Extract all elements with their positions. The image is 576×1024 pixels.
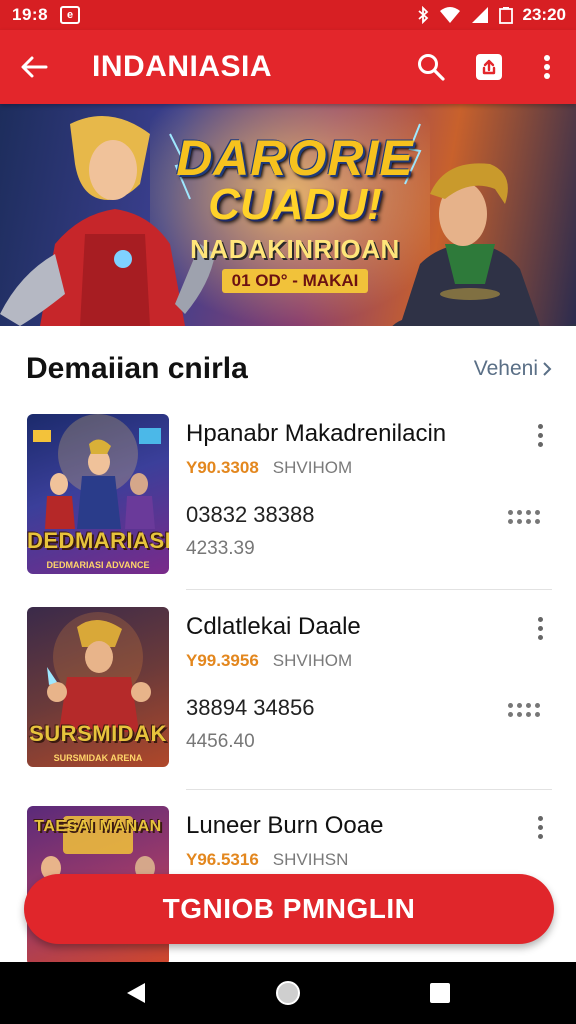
section-title: Demaiian cnirla bbox=[26, 352, 248, 385]
item-stat: 38894 34856 bbox=[186, 695, 315, 720]
back-button[interactable] bbox=[0, 30, 68, 104]
item-menu-button[interactable] bbox=[528, 812, 552, 842]
banner-line-3: NADAKINRIOAN bbox=[190, 234, 400, 264]
item-tag: SHVIHOM bbox=[272, 651, 353, 670]
item-name: Hpanabr Makadrenilacin bbox=[186, 420, 447, 447]
primary-action-button[interactable]: TGNIOB PMNGLIN bbox=[24, 874, 554, 944]
status-time-right: 23:20 bbox=[522, 5, 566, 24]
item-tag: SHVIHSN bbox=[272, 850, 349, 869]
thumbnail-title: TAESAI MANAN bbox=[34, 818, 162, 835]
game-thumbnail: SURSMIDAK SURSMIDAK ARENA bbox=[27, 607, 169, 767]
app-bar-actions bbox=[402, 30, 576, 104]
wifi-icon bbox=[439, 7, 460, 23]
share-button[interactable] bbox=[460, 30, 518, 104]
banner-line-2: CUADU! bbox=[208, 180, 382, 229]
divider bbox=[186, 789, 552, 790]
app-notification-icon: e bbox=[60, 6, 81, 24]
item-price: Y90.3308 bbox=[186, 458, 259, 477]
signal-icon bbox=[471, 7, 488, 23]
nav-back-button[interactable] bbox=[106, 963, 166, 1023]
item-more-dots-icon[interactable] bbox=[508, 510, 544, 524]
game-thumbnail: DEDMARIASI DEDMARIASI ADVANCE bbox=[27, 414, 169, 574]
item-menu-button[interactable] bbox=[528, 613, 552, 643]
nav-recents-icon bbox=[430, 983, 450, 1003]
item-meta: Y99.3956 SHVIHOM bbox=[186, 651, 352, 671]
item-menu-button[interactable] bbox=[528, 420, 552, 450]
promo-banner[interactable]: DARORIE CUADU! NADAKINRIOAN 01 OD° - MAK… bbox=[0, 104, 576, 326]
app-bar: INDANIASIA bbox=[0, 30, 576, 104]
item-subvalue: 4456.40 bbox=[186, 731, 255, 752]
back-arrow-icon bbox=[21, 56, 48, 78]
item-more-dots-icon[interactable] bbox=[508, 703, 544, 717]
search-button[interactable] bbox=[402, 30, 460, 104]
app-title: INDANIASIA bbox=[92, 50, 273, 83]
thumbnail-title: SURSMIDAK bbox=[29, 721, 167, 746]
list-item[interactable]: SURSMIDAK SURSMIDAK ARENA Cdlatlekai Daa… bbox=[0, 607, 576, 801]
item-price: Y99.3956 bbox=[186, 651, 259, 670]
item-tag: SHVIHOM bbox=[272, 458, 353, 477]
item-meta: Y96.5316 SHVIHSN bbox=[186, 850, 348, 870]
system-nav-bar bbox=[0, 962, 576, 1024]
nav-home-button[interactable] bbox=[258, 963, 318, 1023]
battery-icon bbox=[498, 7, 513, 24]
search-icon bbox=[418, 54, 445, 81]
item-meta: Y90.3308 SHVIHOM bbox=[186, 458, 352, 478]
item-price: Y96.5316 bbox=[186, 850, 259, 869]
list-item[interactable]: DEDMARIASI DEDMARIASI ADVANCE Hpanabr Ma… bbox=[0, 414, 576, 608]
screen: 19:8 e 23:20 INDANIASIA DARORIE CUADU! N… bbox=[0, 0, 576, 1024]
item-name: Cdlatlekai Daale bbox=[186, 613, 361, 640]
item-subvalue: 4233.39 bbox=[186, 538, 255, 559]
nav-back-icon bbox=[127, 983, 145, 1003]
section-header: Demaiian cnirla Veheni bbox=[26, 352, 552, 386]
share-icon bbox=[476, 54, 502, 80]
item-name: Luneer Burn Ooae bbox=[186, 812, 384, 839]
status-time-left: 19:8 bbox=[12, 5, 49, 24]
overflow-menu-button[interactable] bbox=[518, 30, 576, 104]
status-bar: 19:8 e 23:20 bbox=[0, 0, 576, 30]
item-stat: 03832 38388 bbox=[186, 502, 315, 527]
thumbnail-subtitle: DEDMARIASI ADVANCE bbox=[46, 560, 150, 570]
banner-headline: DARORIE CUADU! NADAKINRIOAN 01 OD° - MAK… bbox=[170, 130, 420, 293]
status-icons: 23:20 bbox=[417, 5, 566, 25]
divider bbox=[186, 589, 552, 590]
thumbnail-title: DEDMARIASI bbox=[27, 528, 169, 553]
nav-recents-button[interactable] bbox=[410, 963, 470, 1023]
see-all-link[interactable]: Veheni bbox=[474, 357, 552, 381]
thumbnail-subtitle: SURSMIDAK ARENA bbox=[53, 753, 143, 763]
banner-line-1: DARORIE bbox=[176, 130, 414, 186]
more-vertical-icon bbox=[544, 55, 550, 79]
nav-home-icon bbox=[276, 981, 300, 1005]
see-all-label: Veheni bbox=[473, 357, 538, 380]
chevron-right-icon bbox=[543, 362, 552, 376]
bluetooth-icon bbox=[417, 6, 428, 24]
banner-line-4: 01 OD° - MAKAI bbox=[221, 269, 369, 293]
